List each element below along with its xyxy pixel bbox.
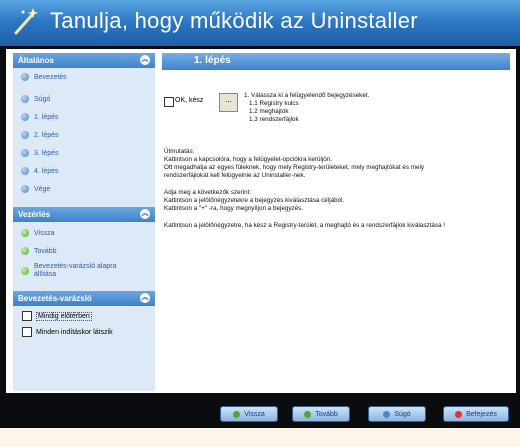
option-label: Minden indításkor látszik bbox=[36, 328, 113, 336]
sidebar: Általános ︽ Bevezetés Súgó 1. lépés 2. l… bbox=[13, 53, 155, 391]
instruction-line: Adja meg a következők szerint: bbox=[164, 189, 252, 196]
task-line: 1.1 Registry kulcs bbox=[249, 100, 299, 107]
general-panel-header[interactable]: Általános ︽ bbox=[13, 53, 155, 68]
button-label: Tovább bbox=[315, 410, 338, 418]
button-label: Befejezés bbox=[466, 410, 497, 418]
sidebar-item-label: 2. lépés bbox=[34, 131, 59, 139]
sidebar-item-label-line-2: állítása bbox=[34, 271, 57, 278]
bullet-icon bbox=[21, 131, 29, 139]
magic-wand-icon bbox=[14, 8, 39, 35]
ok-done-checkbox[interactable] bbox=[164, 97, 174, 107]
control-panel-header[interactable]: Vezérlés ︽ bbox=[13, 207, 155, 222]
task-line: 1. Válassza ki a felügyelendő bejegyzése… bbox=[244, 92, 370, 99]
general-panel-title: Általános bbox=[18, 56, 55, 65]
wizard-panel-header[interactable]: Bevezetés-varázsló ︽ bbox=[13, 291, 155, 306]
option-label: Mindig előtérben bbox=[36, 311, 92, 321]
sidebar-item-step-3[interactable]: 3. lépés bbox=[21, 149, 59, 157]
back-icon bbox=[233, 410, 241, 418]
instruction-line: rendszerfájlokat kell felügyelnie az Uni… bbox=[164, 172, 306, 179]
instructions-heading: Útmutatás: bbox=[164, 148, 195, 155]
instruction-line: Kattintson a "+" -ra, hogy megnyíljon a … bbox=[164, 205, 304, 212]
sidebar-item-help[interactable]: Súgó bbox=[21, 95, 50, 103]
bullet-icon bbox=[21, 95, 29, 103]
help-button[interactable]: Súgó bbox=[368, 406, 426, 422]
step-title: 1. lépés bbox=[194, 55, 231, 66]
task-line: 1.3 rendszerfájlok bbox=[249, 116, 299, 123]
collapse-icon[interactable]: ︽ bbox=[140, 209, 150, 219]
title-bar: Tanulja, hogy működik az Uninstaller bbox=[0, 0, 520, 46]
bullet-icon bbox=[21, 247, 29, 255]
next-icon bbox=[304, 410, 312, 418]
app-window: Tanulja, hogy működik az Uninstaller Ált… bbox=[0, 0, 520, 428]
sidebar-item-label: 3. lépés bbox=[34, 149, 59, 157]
collapse-icon[interactable]: ︽ bbox=[140, 293, 150, 303]
control-panel-title: Vezérlés bbox=[18, 210, 51, 219]
back-button[interactable]: Vissza bbox=[220, 406, 278, 422]
ok-done-label: OK, kész bbox=[175, 97, 204, 104]
instruction-line: Kattintson a kapcsolóra, hogy a felügyel… bbox=[164, 156, 333, 163]
wizard-panel-title: Bevezetés-varázsló bbox=[18, 294, 92, 303]
bottom-strip bbox=[0, 428, 520, 447]
sidebar-item-next[interactable]: Tovább bbox=[21, 247, 57, 255]
sidebar-item-label: Vége bbox=[34, 185, 51, 193]
sidebar-item-label: 1. lépés bbox=[34, 113, 59, 121]
bullet-icon bbox=[21, 267, 29, 275]
sidebar-item-step-4[interactable]: 4. lépés bbox=[21, 167, 59, 175]
show-on-start-option[interactable]: Minden indításkor látszik bbox=[22, 327, 113, 337]
sidebar-item-label: Súgó bbox=[34, 95, 51, 103]
finish-icon bbox=[455, 410, 463, 418]
always-on-top-option[interactable]: Mindig előtérben bbox=[22, 311, 92, 321]
finish-button[interactable]: Befejezés bbox=[443, 406, 509, 422]
collapse-icon[interactable]: ︽ bbox=[140, 55, 150, 65]
bullet-icon bbox=[21, 167, 29, 175]
task-line: 1.2 meghajtók bbox=[249, 108, 289, 115]
next-button[interactable]: Tovább bbox=[292, 406, 350, 422]
sidebar-item-label: Vissza bbox=[34, 229, 55, 237]
show-on-start-checkbox[interactable] bbox=[22, 327, 32, 337]
sidebar-item-step-1[interactable]: 1. lépés bbox=[21, 113, 59, 121]
sidebar-item-end[interactable]: Vége bbox=[21, 185, 50, 193]
sidebar-item-reset-wizard[interactable]: Bevezetés-varázsló alapra állítása bbox=[21, 263, 117, 279]
button-label: Súgó bbox=[394, 410, 411, 418]
bullet-icon bbox=[21, 229, 29, 237]
options-button[interactable]: ... bbox=[219, 93, 238, 112]
bullet-icon bbox=[21, 149, 29, 157]
bullet-icon bbox=[21, 113, 29, 121]
button-label: Vissza bbox=[244, 410, 265, 418]
instruction-line: Kattintson a jelölőnégyzetre, ha kész a … bbox=[164, 222, 446, 229]
sidebar-item-label: Tovább bbox=[34, 247, 57, 255]
window-title: Tanulja, hogy működik az Uninstaller bbox=[50, 8, 418, 33]
sidebar-item-label: 4. lépés bbox=[34, 167, 59, 175]
always-on-top-checkbox[interactable] bbox=[22, 311, 32, 321]
sidebar-item-label: Bevezetés bbox=[34, 73, 67, 81]
sidebar-item-label: Bevezetés-varázsló alapra bbox=[34, 263, 117, 270]
sidebar-item-back[interactable]: Vissza bbox=[21, 229, 55, 237]
bullet-icon bbox=[21, 73, 29, 81]
bullet-icon bbox=[21, 185, 29, 193]
instruction-line: Kattintson a jelölőnégyzetekre a bejegyz… bbox=[164, 197, 345, 204]
sidebar-item-intro[interactable]: Bevezetés bbox=[21, 73, 67, 81]
help-icon bbox=[383, 410, 391, 418]
sidebar-item-step-2[interactable]: 2. lépés bbox=[21, 131, 59, 139]
instruction-line: Ott megadhatja az egyes füleknek, hogy m… bbox=[164, 164, 425, 171]
